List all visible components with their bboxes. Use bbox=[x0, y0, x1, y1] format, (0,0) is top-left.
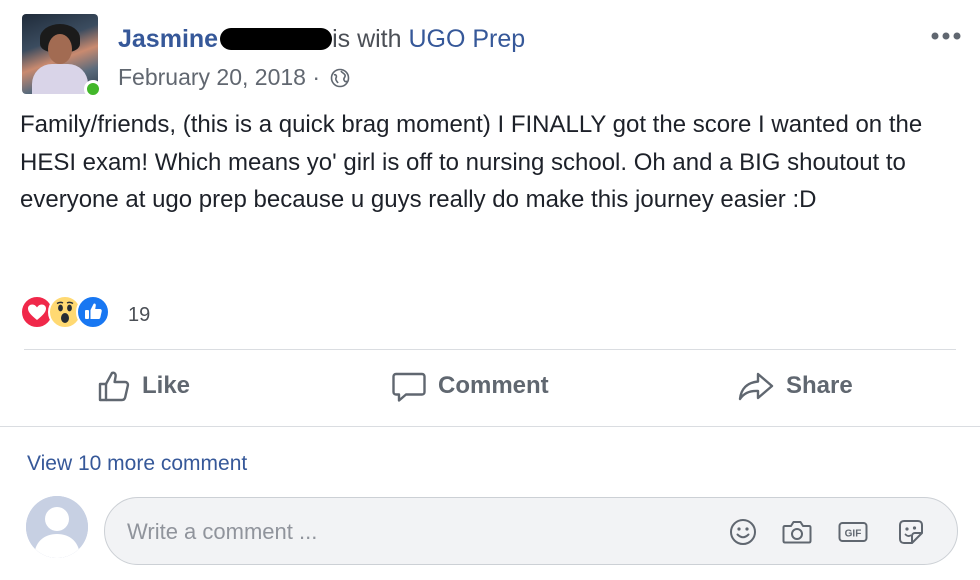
gif-icon[interactable]: GIF bbox=[837, 516, 869, 548]
reaction-count[interactable]: 19 bbox=[128, 304, 150, 327]
current-user-avatar bbox=[26, 496, 88, 558]
more-options-icon[interactable] bbox=[928, 26, 964, 46]
like-reaction-icon bbox=[76, 295, 110, 329]
post-meta: February 20, 2018 · bbox=[118, 62, 350, 92]
thumbs-up-icon bbox=[98, 371, 130, 402]
comment-composer[interactable]: GIF bbox=[104, 497, 958, 565]
post-date-link[interactable]: February 20, 2018 bbox=[118, 64, 306, 90]
post-text: Family/friends, (this is a quick brag mo… bbox=[20, 111, 923, 213]
divider bbox=[24, 349, 956, 350]
sticker-icon[interactable] bbox=[895, 516, 927, 548]
author-avatar[interactable] bbox=[22, 14, 102, 100]
globe-icon[interactable] bbox=[330, 68, 350, 88]
camera-icon[interactable] bbox=[781, 516, 813, 548]
share-button[interactable]: Share bbox=[736, 364, 853, 408]
online-status-indicator bbox=[84, 80, 102, 98]
like-button-label: Like bbox=[142, 372, 191, 399]
meta-separator: · bbox=[312, 64, 321, 90]
comment-button[interactable]: Comment bbox=[390, 364, 549, 408]
emoji-icon[interactable] bbox=[727, 516, 759, 548]
divider bbox=[0, 426, 980, 427]
share-button-label: Share bbox=[786, 372, 853, 399]
comment-button-label: Comment bbox=[438, 372, 549, 399]
post-header: Jasmine is with UGO Prep bbox=[118, 22, 525, 56]
with-text: is with bbox=[332, 25, 402, 53]
redacted-surname bbox=[220, 28, 333, 50]
tagged-page-link[interactable]: UGO Prep bbox=[408, 25, 525, 53]
facebook-post: Jasmine is with UGO Prep February 20, 201… bbox=[0, 0, 980, 580]
svg-text:GIF: GIF bbox=[845, 529, 862, 540]
view-more-comments-link[interactable]: View 10 more comment bbox=[27, 452, 247, 476]
speech-bubble-icon bbox=[392, 372, 426, 402]
comment-input[interactable] bbox=[127, 518, 707, 546]
author-name-link[interactable]: Jasmine bbox=[118, 25, 218, 53]
like-button[interactable]: Like bbox=[96, 364, 190, 408]
share-arrow-icon bbox=[738, 372, 774, 401]
